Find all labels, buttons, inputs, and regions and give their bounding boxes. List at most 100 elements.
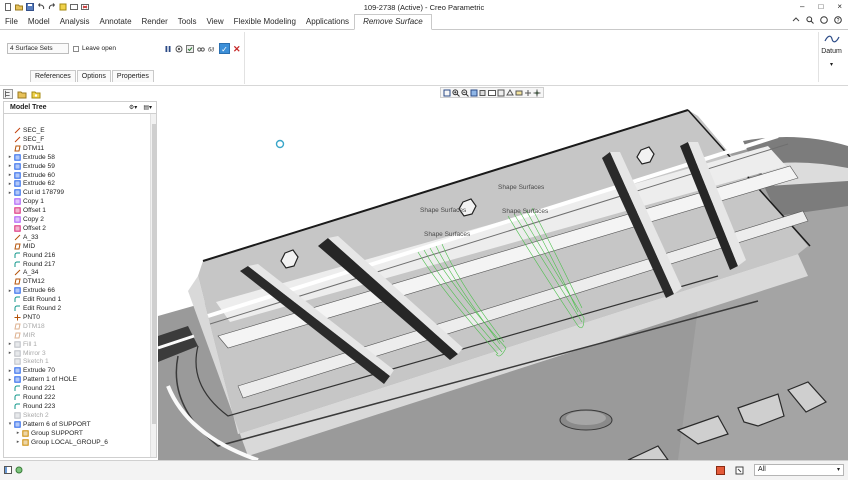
close-icon[interactable]: × [837, 2, 842, 11]
verify-icon[interactable] [186, 44, 194, 53]
tree-row[interactable]: SEC_E [4, 126, 45, 135]
window-icon[interactable] [70, 3, 78, 11]
tab-options[interactable]: Options [76, 70, 111, 82]
tree-row[interactable]: PNT0 [4, 313, 40, 322]
close-window-icon[interactable] [81, 3, 89, 11]
favorites-tab-icon[interactable] [31, 89, 41, 99]
leave-open-checkbox[interactable] [73, 45, 79, 52]
tree-row[interactable]: Copy 2 [4, 215, 44, 224]
tree-row[interactable]: Copy 1 [4, 197, 44, 206]
new-file-icon[interactable] [4, 3, 12, 11]
expand-toggle-icon[interactable]: ▾ [7, 421, 13, 427]
tab-references[interactable]: References [30, 70, 76, 82]
save-icon[interactable] [26, 3, 34, 11]
tree-row[interactable]: ▸ Extrude 58 [4, 153, 55, 162]
tree-scrollbar[interactable] [150, 114, 156, 457]
tree-row[interactable]: MID [4, 242, 35, 251]
tree-row[interactable]: ▸ Fill 1 [4, 340, 37, 349]
minimize-icon[interactable]: – [800, 2, 804, 11]
redo-icon[interactable] [48, 3, 56, 11]
tree-settings-icon[interactable]: ⚙▾ [129, 104, 137, 111]
glasses-icon[interactable] [197, 45, 205, 53]
smart-select-icon[interactable] [735, 466, 744, 475]
tree-row[interactable]: ▸ Extrude 62 [4, 179, 55, 188]
tree-row[interactable]: Edit Round 1 [4, 295, 61, 304]
toggle-navigator-icon[interactable] [4, 466, 12, 474]
datum-group[interactable]: Datum ▾ [818, 32, 844, 82]
menu-analysis[interactable]: Analysis [55, 17, 95, 29]
tree-row[interactable]: ▸ Extrude 70 [4, 366, 55, 375]
tree-show-icon[interactable]: ▤▾ [143, 104, 152, 111]
expand-toggle-icon[interactable]: ▸ [7, 181, 13, 187]
chevron-down-icon[interactable]: ▾ [819, 61, 844, 68]
tree-row[interactable]: DTM18 [4, 322, 45, 331]
expand-toggle-icon[interactable]: ▸ [7, 341, 13, 347]
menu-file[interactable]: File [0, 17, 23, 29]
preview-icon[interactable] [175, 45, 183, 53]
menu-applications[interactable]: Applications [301, 17, 354, 29]
pause-icon[interactable] [164, 45, 172, 53]
selection-filter[interactable]: All ▾ [754, 464, 844, 476]
tab-remove-surface[interactable]: Remove Surface [354, 14, 432, 30]
menu-model[interactable]: Model [23, 17, 55, 29]
graphics-window[interactable]: Shape Surfaces Shape Surfaces Shape Surf… [158, 86, 848, 460]
menu-render[interactable]: Render [137, 17, 173, 29]
tree-row[interactable]: Offset 2 [4, 224, 46, 233]
cancel-button[interactable]: ✕ [233, 44, 241, 54]
menu-view[interactable]: View [201, 17, 228, 29]
undo-icon[interactable] [37, 3, 45, 11]
tree-scroll-thumb[interactable] [152, 124, 156, 424]
expand-toggle-icon[interactable]: ▸ [7, 288, 13, 294]
regen-status-icon[interactable] [716, 465, 725, 475]
tree-row[interactable]: A_34 [4, 268, 38, 277]
confirm-button[interactable]: ✓ [219, 43, 230, 54]
tree-row[interactable]: Sketch 1 [4, 357, 49, 366]
tree-row[interactable]: ▸ Group SUPPORT [4, 429, 83, 438]
leave-open-option[interactable]: Leave open [73, 45, 116, 52]
tree-row[interactable]: Round 216 [4, 251, 55, 260]
browser-icon[interactable] [820, 16, 828, 24]
tree-row[interactable]: A_33 [4, 233, 38, 242]
tab-properties[interactable]: Properties [111, 70, 154, 82]
tree-row[interactable]: ▸ Extrude 66 [4, 286, 55, 295]
surface-sets-collector[interactable]: 4 Surface Sets [7, 43, 69, 54]
tree-row[interactable]: DTM12 [4, 277, 45, 286]
tree-row[interactable]: Offset 1 [4, 206, 46, 215]
maximize-icon[interactable]: □ [818, 2, 823, 11]
tree-row[interactable]: Round 222 [4, 393, 55, 402]
expand-toggle-icon[interactable]: ▸ [7, 154, 13, 160]
tree-row[interactable]: DTM11 [4, 144, 44, 153]
tree-row[interactable]: Sketch 2 [4, 411, 49, 420]
menu-tools[interactable]: Tools [173, 17, 202, 29]
expand-toggle-icon[interactable]: ▸ [7, 368, 13, 374]
toggle-browser-icon[interactable] [15, 466, 23, 474]
expand-toggle-icon[interactable]: ▸ [7, 350, 13, 356]
tree-row[interactable]: ▸ Extrude 59 [4, 162, 55, 171]
tree-row[interactable]: Edit Round 2 [4, 304, 61, 313]
expand-toggle-icon[interactable]: ▸ [15, 439, 21, 445]
expand-toggle-icon[interactable]: ▸ [7, 377, 13, 383]
menu-flexible-modeling[interactable]: Flexible Modeling [229, 17, 301, 29]
tree-row[interactable]: MIR [4, 331, 35, 340]
tree-row[interactable]: Round 223 [4, 402, 55, 411]
tree-row[interactable]: ▸ Extrude 60 [4, 171, 55, 180]
tree-row[interactable]: ▾ Pattern 6 of SUPPORT [4, 420, 91, 429]
model-tree-tab-icon[interactable] [3, 89, 13, 99]
regenerate-icon[interactable] [59, 3, 67, 11]
tree-row[interactable]: SEC_F [4, 135, 44, 144]
feature-preview-icon[interactable]: 6∂ [208, 45, 216, 53]
expand-toggle-icon[interactable]: ▸ [15, 430, 21, 436]
datum-sketch-icon[interactable] [823, 34, 840, 44]
tree-row[interactable]: ▸ Mirror 3 [4, 349, 46, 358]
search-icon[interactable] [806, 16, 814, 24]
tree-row[interactable]: Round 217 [4, 260, 55, 269]
tree-row[interactable]: ▸ Pattern 1 of HOLE [4, 375, 77, 384]
expand-toggle-icon[interactable]: ▸ [7, 163, 13, 169]
open-folder-icon[interactable] [15, 3, 23, 11]
cad-model-view[interactable] [158, 86, 848, 460]
tree-row[interactable]: ▸ Group LOCAL_GROUP_6 [4, 438, 108, 447]
menu-annotate[interactable]: Annotate [94, 17, 136, 29]
expand-toggle-icon[interactable]: ▸ [7, 172, 13, 178]
tree-row[interactable]: ▸ Cut id 178799 [4, 188, 64, 197]
expand-toggle-icon[interactable]: ▸ [7, 190, 13, 196]
